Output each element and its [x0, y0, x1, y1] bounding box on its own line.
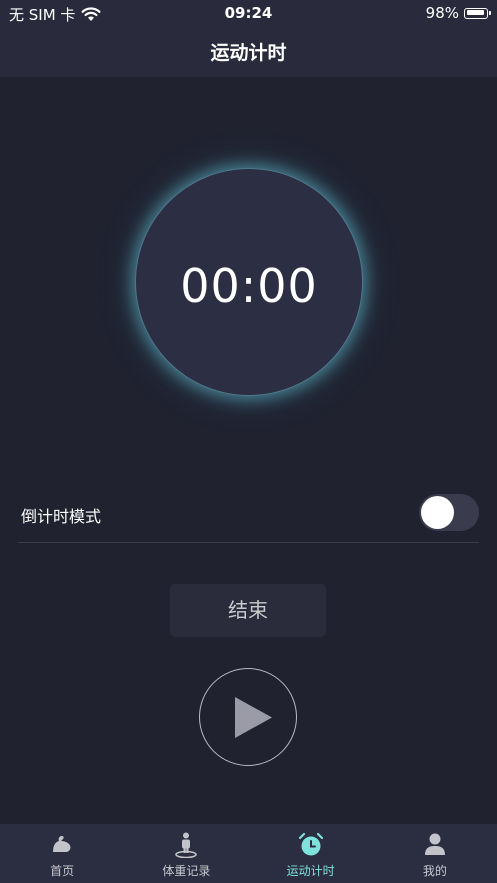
- scale-person-icon: [175, 832, 198, 858]
- tab-home-label: 首页: [50, 864, 75, 878]
- play-icon: [235, 697, 272, 738]
- countdown-mode-toggle[interactable]: [419, 494, 479, 531]
- arm-muscle-icon: [53, 836, 71, 852]
- status-time: 09:24: [224, 4, 273, 22]
- alarm-clock-icon: [298, 832, 323, 856]
- timer-circle: 00:00: [135, 168, 363, 396]
- battery-percent: 98%: [425, 4, 459, 22]
- status-bar: 无 SIM 卡 09:24 98%: [0, 0, 497, 26]
- status-right: 98%: [425, 4, 491, 22]
- tab-weight-record-label: 体重记录: [162, 864, 211, 878]
- timer-display: 00:00: [180, 259, 318, 313]
- battery-icon: [464, 7, 491, 19]
- tab-bar: 首页 体重记录 运动计时 我的: [0, 824, 497, 883]
- end-button[interactable]: 结束: [170, 584, 326, 637]
- tab-exercise-timer-label: 运动计时: [286, 864, 335, 878]
- tab-weight-record[interactable]: 体重记录: [124, 824, 248, 883]
- tab-home[interactable]: 首页: [0, 824, 124, 883]
- page-title: 运动计时: [210, 42, 287, 64]
- play-button[interactable]: [199, 668, 297, 766]
- countdown-mode-label: 倒计时模式: [21, 507, 102, 526]
- countdown-mode-row: 倒计时模式: [18, 490, 479, 543]
- user-icon: [424, 833, 445, 855]
- screen: 无 SIM 卡 09:24 98% 运动计时 00:00 倒计时模式 结束 首页…: [0, 0, 497, 883]
- toggle-knob: [421, 496, 454, 529]
- tab-mine-label: 我的: [422, 864, 447, 878]
- tab-exercise-timer[interactable]: 运动计时: [249, 824, 373, 883]
- tab-mine[interactable]: 我的: [373, 824, 497, 883]
- top-bar: 无 SIM 卡 09:24 98% 运动计时: [0, 0, 497, 77]
